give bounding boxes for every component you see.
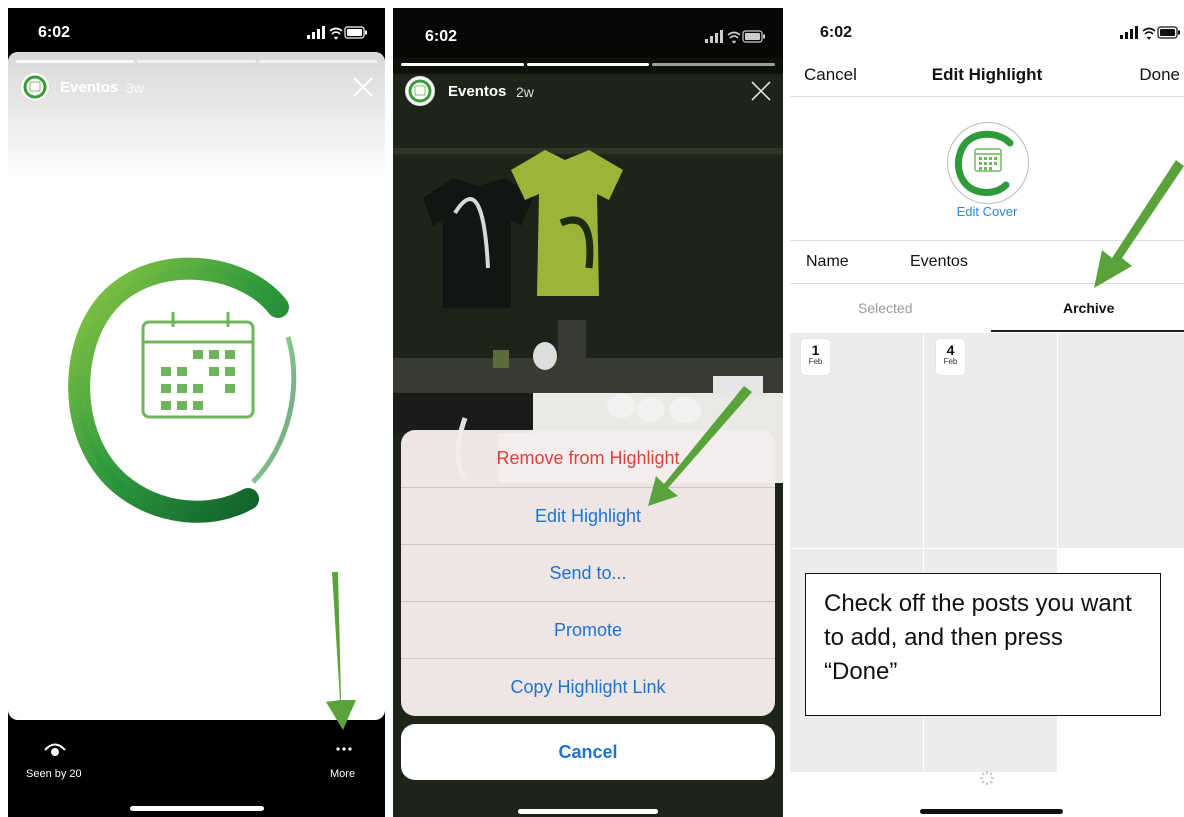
- story-panel: 6:02 Eventos 3w Seen by 20 More: [8, 8, 385, 817]
- account-avatar[interactable]: [405, 76, 435, 106]
- account-avatar[interactable]: [20, 72, 50, 102]
- home-indicator: [518, 809, 658, 814]
- calendar-logo-icon: [954, 130, 1014, 196]
- progress-segment: [16, 60, 135, 63]
- post-age: 3w: [126, 80, 144, 96]
- active-tab-indicator: [991, 330, 1184, 332]
- progress-segment: [137, 60, 256, 63]
- copy-highlight-link-button[interactable]: Copy Highlight Link: [401, 658, 775, 715]
- status-icons: [307, 26, 367, 40]
- page-title: Edit Highlight: [931, 65, 1043, 84]
- date-day: 4: [946, 342, 955, 358]
- date-badge: 1 Feb: [801, 339, 830, 375]
- story-header-gradient: [8, 52, 385, 182]
- close-icon[interactable]: [351, 75, 375, 99]
- story-progress: [401, 63, 776, 66]
- status-time: 6:02: [38, 24, 71, 41]
- progress-segment: [526, 63, 650, 66]
- tab-archive[interactable]: Archive: [1063, 300, 1114, 316]
- calendar-logo-icon: [68, 257, 297, 523]
- close-icon[interactable]: [749, 79, 773, 103]
- calendar-logo-icon: [408, 79, 432, 103]
- name-field[interactable]: Eventos: [910, 253, 968, 271]
- progress-segment: [401, 63, 524, 66]
- account-name[interactable]: Eventos: [448, 83, 506, 100]
- status-time: 6:02: [425, 28, 458, 45]
- more-label[interactable]: More: [330, 768, 355, 780]
- post-age: 2w: [516, 84, 534, 100]
- progress-segment: [652, 63, 776, 66]
- status-icons: [1120, 26, 1180, 40]
- action-sheet: Remove from Highlight Edit Highlight Sen…: [401, 430, 775, 716]
- done-button[interactable]: Done: [1139, 65, 1180, 85]
- status-bar: 6:02: [393, 8, 783, 58]
- name-label: Name: [806, 253, 849, 270]
- story-card[interactable]: Eventos 3w: [8, 52, 385, 720]
- edit-highlight-panel: 6:02 Cancel Edit Highlight Done Edit Cov…: [790, 8, 1184, 817]
- more-icon[interactable]: [336, 747, 352, 751]
- seen-by-label[interactable]: Seen by 20: [26, 768, 82, 780]
- home-indicator: [130, 806, 264, 811]
- divider: [790, 283, 1184, 284]
- archive-item[interactable]: [1058, 333, 1184, 548]
- home-indicator: [920, 809, 1063, 814]
- story-progress: [16, 60, 377, 63]
- edit-highlight-button[interactable]: Edit Highlight: [401, 487, 775, 544]
- calendar-logo-icon: [23, 75, 47, 99]
- promote-button[interactable]: Promote: [401, 601, 775, 658]
- divider: [790, 240, 1184, 241]
- date-month: Feb: [943, 357, 958, 366]
- tab-selected[interactable]: Selected: [858, 300, 912, 316]
- send-to-button[interactable]: Send to...: [401, 544, 775, 601]
- cancel-button[interactable]: Cancel: [401, 724, 775, 780]
- date-day: 1: [811, 342, 820, 358]
- eye-icon[interactable]: [44, 742, 66, 758]
- account-name[interactable]: Eventos: [60, 79, 118, 96]
- action-sheet-panel: 6:02 Eventos 2w Remove from Highlight Ed…: [393, 8, 783, 817]
- divider: [790, 96, 1184, 97]
- date-month: Feb: [808, 357, 823, 366]
- remove-from-highlight-button[interactable]: Remove from Highlight: [401, 430, 775, 487]
- status-time: 6:02: [820, 24, 853, 41]
- instruction-note: Check off the posts you want to add, and…: [805, 573, 1161, 716]
- edit-cover-link[interactable]: Edit Cover: [790, 204, 1184, 219]
- date-badge: 4 Feb: [936, 339, 965, 375]
- status-bar: 6:02: [790, 8, 1184, 52]
- story-bottom-bar: Seen by 20 More: [8, 720, 385, 817]
- status-bar: 6:02: [8, 8, 385, 52]
- status-icons: [705, 30, 765, 44]
- progress-segment: [258, 60, 377, 63]
- highlight-cover[interactable]: [947, 122, 1029, 204]
- loading-spinner-icon: [980, 771, 994, 785]
